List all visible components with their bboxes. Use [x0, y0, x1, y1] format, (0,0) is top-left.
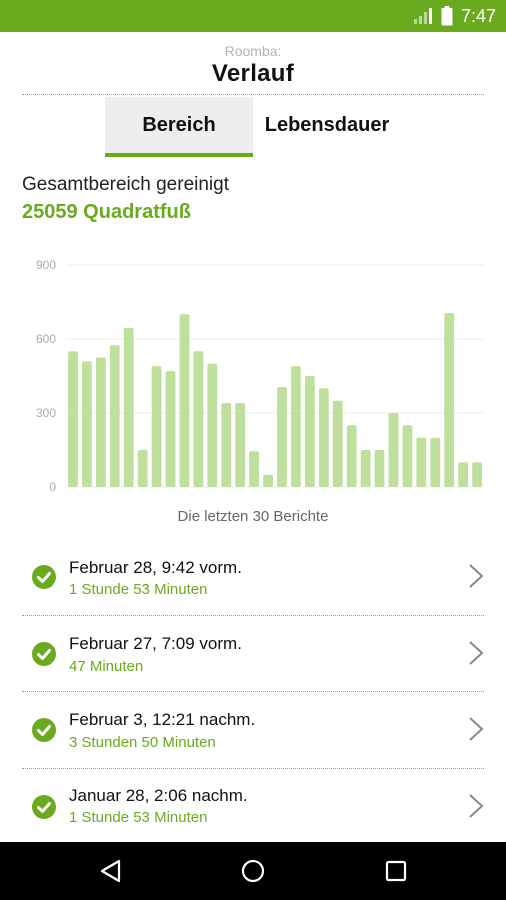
chart-bar	[123, 327, 134, 487]
chart-bar	[263, 474, 273, 487]
y-tick-label: 900	[36, 258, 56, 272]
chart-bar	[430, 437, 441, 487]
page-subtitle: Roomba:	[224, 43, 282, 59]
signal-icon	[413, 8, 432, 24]
history-duration: 47 Minuten	[69, 658, 144, 675]
summary-label: Gesamtbereich gereinigt	[22, 174, 229, 195]
page-header: Roomba: Verlauf	[0, 32, 506, 94]
page-title: Verlauf	[211, 60, 295, 87]
chart-bar	[109, 345, 120, 487]
chart-bar	[221, 403, 232, 487]
y-tick-label: 0	[49, 480, 56, 494]
chart-caption: Die letzten 30 Berichte	[177, 508, 329, 525]
chart-bar	[402, 425, 413, 487]
chart-bar	[137, 450, 148, 487]
status-icons: 7:47	[413, 0, 496, 32]
history-row[interactable]: Februar 28, 9:42 vorm. 1 Stunde 53 Minut…	[0, 538, 506, 615]
history-row[interactable]: Januar 28, 2:06 nachm. 1 Stunde 53 Minut…	[0, 768, 506, 845]
chart-bar	[68, 351, 78, 487]
chevron-right-icon	[469, 794, 484, 818]
chart-bar	[472, 462, 482, 487]
tab-bereich[interactable]: Bereich	[105, 97, 253, 153]
history-date: Februar 28, 9:42 vorm.	[69, 558, 242, 577]
chart-bar	[332, 400, 343, 487]
chart-bar	[305, 376, 315, 487]
summary-value: 25059 Quadratfuß	[22, 201, 191, 223]
chart-bar	[458, 462, 468, 487]
clock: 7:47	[460, 5, 496, 26]
chart-bar	[179, 314, 190, 487]
chart-bar	[291, 366, 301, 487]
back-icon[interactable]	[97, 856, 127, 886]
chevron-right-icon	[469, 641, 484, 665]
battery-icon	[441, 6, 453, 26]
check-circle-icon	[32, 642, 56, 666]
recents-icon[interactable]	[381, 856, 411, 886]
chevron-right-icon	[469, 717, 484, 741]
chart-bar	[151, 366, 162, 487]
check-circle-icon	[32, 565, 56, 589]
check-circle-icon	[32, 795, 56, 819]
chart-bar	[82, 361, 92, 487]
chart-bar	[416, 437, 427, 487]
chevron-right-icon	[469, 564, 484, 588]
y-tick-label: 600	[36, 332, 56, 346]
chart-bar	[388, 413, 399, 487]
chart-bar	[374, 450, 385, 487]
history-date: Februar 27, 7:09 vorm.	[69, 634, 242, 653]
y-tick-label: 300	[36, 406, 56, 420]
history-date: Februar 3, 12:21 nachm.	[69, 710, 256, 729]
chart-bar	[193, 351, 204, 487]
chart-bar	[360, 450, 371, 487]
chart-bar	[249, 451, 259, 487]
system-nav-bar	[0, 842, 506, 900]
status-bar: 7:47	[0, 0, 506, 32]
chart-bar	[444, 313, 455, 487]
header-divider	[22, 94, 484, 95]
active-tab-indicator	[105, 153, 253, 157]
chart-bar	[346, 425, 357, 487]
history-date: Januar 28, 2:06 nachm.	[69, 786, 248, 805]
tab-lebensdauer[interactable]: Lebensdauer	[253, 97, 401, 153]
history-duration: 1 Stunde 53 Minuten	[69, 809, 208, 826]
chart-bar	[207, 363, 218, 487]
history-duration: 1 Stunde 53 Minuten	[69, 581, 208, 598]
history-row[interactable]: Februar 27, 7:09 vorm. 47 Minuten	[0, 615, 506, 692]
chart-bar	[318, 388, 329, 487]
history-duration: 3 Stunden 50 Minuten	[69, 734, 216, 751]
chart-bar	[277, 387, 287, 487]
tab-bar: Bereich Lebensdauer	[0, 97, 506, 157]
area-chart: 0 300 600 900	[36, 258, 484, 494]
home-icon[interactable]	[238, 856, 268, 886]
chart-bar	[235, 403, 246, 487]
check-circle-icon	[32, 718, 56, 742]
chart-bar	[96, 357, 106, 487]
history-row[interactable]: Februar 3, 12:21 nachm. 3 Stunden 50 Min…	[0, 691, 506, 768]
chart-bar	[165, 371, 176, 487]
